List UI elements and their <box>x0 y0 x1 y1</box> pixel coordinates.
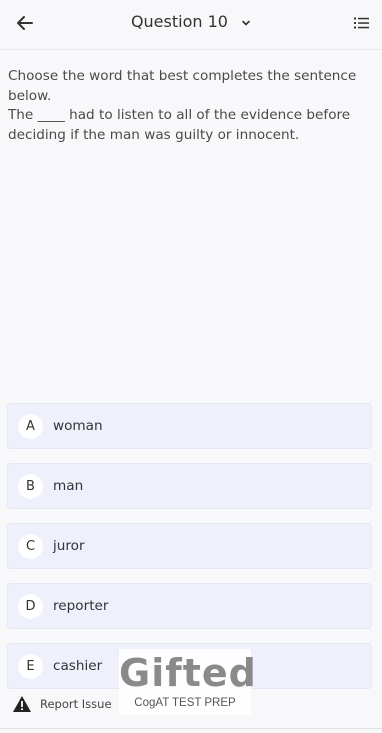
list-icon <box>354 17 369 29</box>
answer-text: woman <box>53 418 103 434</box>
answer-text: cashier <box>53 658 103 674</box>
page-title: Question 10 <box>130 12 228 31</box>
answer-text: reporter <box>53 598 109 614</box>
report-issue-label: Report Issue <box>40 697 112 711</box>
answer-text: man <box>53 478 84 494</box>
watermark-logo: Gifted CogAT TEST PREP <box>119 649 257 715</box>
question-instruction: Choose the word that best completes the … <box>8 68 357 104</box>
question-text: Choose the word that best completes the … <box>8 67 372 145</box>
answer-option-a[interactable]: A woman <box>7 403 372 449</box>
question-selector[interactable]: Question 10 <box>0 12 382 31</box>
answer-text: juror <box>53 538 85 554</box>
chevron-down-icon <box>242 20 250 25</box>
answer-letter: E <box>18 654 43 679</box>
watermark-subtitle: CogAT TEST PREP <box>134 697 236 709</box>
answer-letter: C <box>18 534 43 559</box>
answer-option-b[interactable]: B man <box>7 463 372 509</box>
answer-option-d[interactable]: D reporter <box>7 583 372 629</box>
watermark-logo-text: Gifted <box>119 651 257 695</box>
answer-letter: B <box>18 474 43 499</box>
answer-letter: D <box>18 594 43 619</box>
question-sentence: The ____ had to listen to all of the evi… <box>8 107 351 143</box>
answer-letter: A <box>18 414 43 439</box>
warning-icon <box>13 696 31 712</box>
answer-option-c[interactable]: C juror <box>7 523 372 569</box>
question-list-button[interactable] <box>352 13 372 33</box>
top-bar: Question 10 <box>0 0 382 50</box>
bottom-divider <box>0 728 382 729</box>
